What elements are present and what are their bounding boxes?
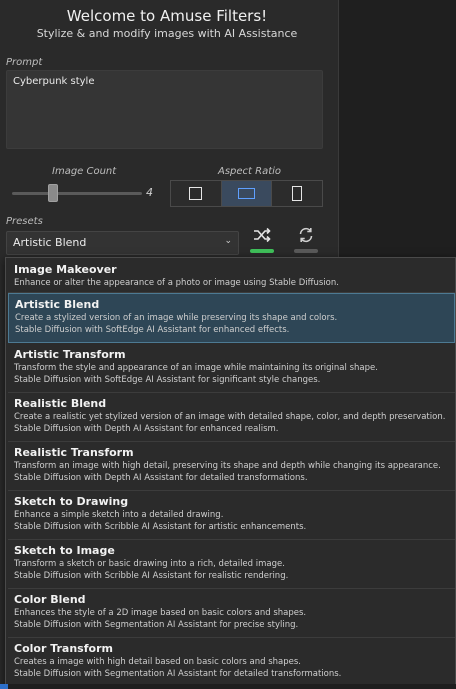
aspect-ratio-label: Aspect Ratio <box>218 166 282 177</box>
preset-desc-detail: Stable Diffusion with SoftEdge AI Assist… <box>14 375 321 385</box>
preset-item-image-makeover[interactable]: Image Makeover Enhance or alter the appe… <box>8 259 455 293</box>
aspect-square-button[interactable] <box>171 181 222 206</box>
image-count-label: Image Count <box>52 166 117 177</box>
preset-title: Image Makeover <box>14 263 117 276</box>
preset-item-sketch-to-image[interactable]: Sketch to Image Transform a sketch or ba… <box>8 540 455 589</box>
preset-desc-detail: Stable Diffusion with Depth AI Assistant… <box>14 473 308 483</box>
preset-desc: Transform a sketch or basic drawing into… <box>14 559 285 569</box>
preset-title: Color Blend <box>14 593 86 606</box>
shuffle-active-indicator <box>250 249 274 253</box>
preset-item-color-transform[interactable]: Color Transform Creates a image with hig… <box>8 638 455 686</box>
image-count-slider-track[interactable] <box>12 192 142 195</box>
preset-title: Realistic Transform <box>14 446 134 459</box>
landscape-icon <box>238 188 255 199</box>
bottom-status-strip <box>0 684 456 689</box>
preset-desc: Enhances the style of a 2D image based o… <box>14 608 307 618</box>
refresh-indicator <box>294 249 318 253</box>
preset-desc-detail: Stable Diffusion with Scribble AI Assist… <box>14 571 289 581</box>
chevron-down-icon: ⌄ <box>224 236 232 246</box>
preset-desc: Enhance or alter the appearance of a pho… <box>14 278 339 288</box>
preset-desc: Transform the style and appearance of an… <box>14 363 378 373</box>
image-count-slider-thumb[interactable] <box>48 184 58 202</box>
bottom-accent-mark <box>0 684 8 689</box>
page-title: Welcome to Amuse Filters! <box>66 7 268 25</box>
preset-item-sketch-to-drawing[interactable]: Sketch to Drawing Enhance a simple sketc… <box>8 491 455 540</box>
preset-title: Artistic Blend <box>15 298 100 311</box>
prompt-label: Prompt <box>6 57 43 68</box>
preset-desc: Create a realistic yet stylized version … <box>14 412 446 422</box>
preset-item-artistic-blend[interactable]: Artistic Blend Create a stylized version… <box>8 293 455 343</box>
preset-desc-detail: Stable Diffusion with SoftEdge AI Assist… <box>15 325 290 335</box>
shuffle-icon <box>254 227 271 243</box>
preset-title: Sketch to Image <box>14 544 115 557</box>
page-subtitle: Stylize & and modify images with AI Assi… <box>36 27 298 40</box>
preset-desc-detail: Stable Diffusion with Segmentation AI As… <box>14 620 299 630</box>
preset-item-realistic-transform[interactable]: Realistic Transform Transform an image w… <box>8 442 455 491</box>
preset-desc: Create a stylized version of an image wh… <box>15 313 338 323</box>
preset-desc-detail: Stable Diffusion with Depth AI Assistant… <box>14 424 279 434</box>
preset-desc: Transform an image with high detail, pre… <box>14 461 441 471</box>
refresh-button[interactable] <box>291 221 321 253</box>
presets-select[interactable]: Artistic Blend ⌄ <box>6 231 239 255</box>
preset-desc-detail: Stable Diffusion with Segmentation AI As… <box>14 669 342 679</box>
aspect-ratio-selector <box>170 180 323 207</box>
preset-title: Artistic Transform <box>14 348 126 361</box>
image-count-value: 4 <box>146 186 153 199</box>
preset-title: Realistic Blend <box>14 397 107 410</box>
refresh-icon <box>299 227 313 243</box>
aspect-landscape-button[interactable] <box>221 181 273 206</box>
preset-item-realistic-blend[interactable]: Realistic Blend Create a realistic yet s… <box>8 393 455 442</box>
preset-desc-detail: Stable Diffusion with Scribble AI Assist… <box>14 522 307 532</box>
preset-desc: Enhance a simple sketch into a detailed … <box>14 510 224 520</box>
presets-label: Presets <box>6 216 43 227</box>
preset-item-color-blend[interactable]: Color Blend Enhances the style of a 2D i… <box>8 589 455 638</box>
portrait-icon <box>292 186 303 201</box>
presets-dropdown-list: Image Makeover Enhance or alter the appe… <box>5 257 456 687</box>
aspect-portrait-button[interactable] <box>272 181 322 206</box>
preset-desc: Creates a image with high detail based o… <box>14 657 301 667</box>
presets-selected-value: Artistic Blend <box>13 236 87 249</box>
shuffle-button[interactable] <box>247 221 277 253</box>
square-icon <box>189 187 203 200</box>
prompt-input[interactable]: Cyberpunk style <box>6 70 323 149</box>
preset-title: Color Transform <box>14 642 113 655</box>
preset-title: Sketch to Drawing <box>14 495 129 508</box>
preset-item-artistic-transform[interactable]: Artistic Transform Transform the style a… <box>8 344 455 393</box>
